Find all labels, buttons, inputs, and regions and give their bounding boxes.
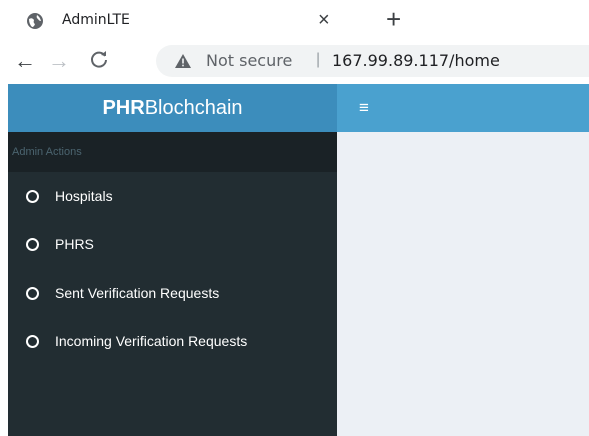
sidebar-item-label: Hospitals xyxy=(55,188,113,204)
sidebar-item-phrs[interactable]: PHRS xyxy=(8,229,337,259)
circle-icon xyxy=(26,286,39,300)
sidebar-item-incoming-verification-requests[interactable]: Incoming Verification Requests xyxy=(8,326,337,356)
forward-button[interactable]: → xyxy=(48,49,70,73)
logo-text: PHRBlochchain xyxy=(102,97,242,120)
circle-icon xyxy=(26,189,39,203)
address-separator: | xyxy=(316,51,321,68)
globe-icon xyxy=(26,12,44,30)
reload-icon xyxy=(91,51,107,68)
app-logo[interactable]: PHRBlochchain xyxy=(8,84,337,132)
close-tab-icon[interactable]: × xyxy=(318,8,330,32)
browser-tab-strip: AdminLTE × + xyxy=(0,0,589,42)
sidebar: Admin Actions Hospitals PHRS Sent Verifi… xyxy=(8,132,337,436)
logo-light-text: Blochchain xyxy=(144,96,243,119)
top-navbar: ≡ xyxy=(337,84,589,132)
sidebar-toggle-button[interactable]: ≡ xyxy=(359,99,369,117)
sidebar-item-hospitals[interactable]: Hospitals xyxy=(8,181,337,211)
tab-title: AdminLTE xyxy=(62,12,130,28)
new-tab-button[interactable]: + xyxy=(386,6,401,32)
back-button[interactable]: ← xyxy=(14,49,36,73)
main-content xyxy=(337,132,589,436)
sidebar-item-label: Sent Verification Requests xyxy=(55,285,220,301)
reload-button[interactable] xyxy=(88,48,110,75)
circle-icon xyxy=(26,334,39,348)
security-status[interactable]: Not secure xyxy=(206,51,292,70)
sidebar-header: Admin Actions xyxy=(8,132,337,172)
logo-bold-text: PHR xyxy=(102,96,145,119)
sidebar-header-label: Admin Actions xyxy=(12,146,82,158)
sidebar-item-label: Incoming Verification Requests xyxy=(55,333,248,349)
url-text[interactable]: 167.99.89.117/home xyxy=(332,51,500,70)
sidebar-item-sent-verification-requests[interactable]: Sent Verification Requests xyxy=(8,278,337,308)
browser-toolbar: ← → Not secure | 167.99.89.117/home xyxy=(0,42,589,80)
admin-app: PHRBlochchain ≡ Admin Actions Hospitals … xyxy=(0,84,589,436)
browser-tab[interactable]: AdminLTE × xyxy=(0,0,348,42)
warning-icon[interactable] xyxy=(174,53,192,74)
address-bar[interactable]: Not secure | 167.99.89.117/home xyxy=(156,45,589,77)
circle-icon xyxy=(26,237,39,251)
sidebar-item-label: PHRS xyxy=(55,236,94,252)
